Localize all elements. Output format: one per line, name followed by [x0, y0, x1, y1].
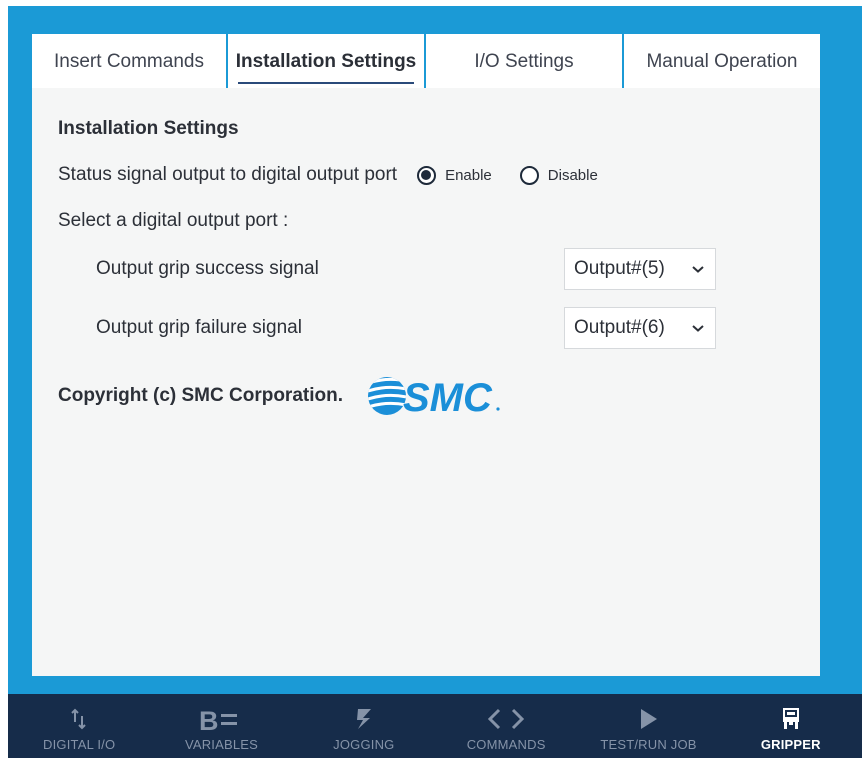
nav-label: DIGITAL I/O: [43, 737, 116, 752]
active-tab-underline: [238, 82, 414, 84]
radio-enable[interactable]: Enable: [417, 165, 492, 185]
tab-label: I/O Settings: [474, 51, 574, 72]
chevron-down-icon: [692, 266, 704, 273]
grip-failure-select[interactable]: Output#(6): [564, 307, 716, 349]
play-icon: [638, 705, 658, 733]
nav-gripper[interactable]: GRIPPER: [720, 694, 862, 758]
copyright-row: Copyright (c) SMC Corporation. SMC: [58, 372, 501, 420]
select-port-label: Select a digital output port :: [58, 210, 289, 231]
copyright-text: Copyright (c) SMC Corporation.: [58, 385, 343, 406]
settings-panel: Installation Settings Status signal outp…: [32, 88, 820, 676]
nav-label: JOGGING: [333, 737, 395, 752]
tab-label: Installation Settings: [235, 51, 417, 72]
nav-label: GRIPPER: [760, 737, 821, 752]
radio-disable-label: Disable: [547, 166, 598, 184]
tab-io-settings[interactable]: I/O Settings: [426, 34, 624, 90]
jogging-icon: [354, 705, 374, 733]
section-title: Installation Settings: [58, 118, 239, 139]
tab-label: Insert Commands: [54, 51, 204, 72]
svg-text:B: B: [199, 706, 219, 732]
tab-installation-settings[interactable]: Installation Settings: [228, 34, 426, 90]
grip-success-row: Output grip success signal Output#(5): [96, 248, 716, 290]
status-signal-label: Status signal output to digital output p…: [58, 164, 398, 185]
status-signal-row: Status signal output to digital output p…: [58, 162, 626, 188]
grip-failure-value: Output#(6): [574, 317, 665, 338]
nav-digital-io[interactable]: DIGITAL I/O: [8, 694, 150, 758]
gripper-icon: [781, 705, 801, 733]
radio-checked-icon: [417, 165, 437, 185]
svg-text:SMC: SMC: [403, 376, 493, 419]
tab-label: Manual Operation: [646, 51, 798, 72]
tab-bar: Insert Commands Installation Settings I/…: [32, 34, 820, 90]
tab-insert-commands[interactable]: Insert Commands: [32, 34, 228, 90]
radio-unchecked-icon: [519, 165, 539, 185]
nav-jogging[interactable]: JOGGING: [293, 694, 435, 758]
grip-success-label: Output grip success signal: [96, 258, 319, 279]
smc-logo-icon: SMC: [367, 376, 500, 419]
smc-logo: SMC: [365, 373, 501, 419]
variables-icon: B: [199, 705, 243, 733]
nav-variables[interactable]: B VARIABLES: [150, 694, 292, 758]
nav-label: TEST/RUN JOB: [600, 737, 697, 752]
grip-success-select[interactable]: Output#(5): [564, 248, 716, 290]
status-radio-group: Enable Disable: [417, 165, 626, 185]
radio-disable[interactable]: Disable: [519, 165, 598, 185]
commands-icon: [487, 705, 525, 733]
tab-manual-operation[interactable]: Manual Operation: [624, 34, 820, 90]
nav-test-run-job[interactable]: TEST/RUN JOB: [577, 694, 719, 758]
grip-failure-row: Output grip failure signal Output#(6): [96, 307, 716, 349]
grip-success-value: Output#(5): [574, 258, 665, 279]
digital-io-icon: [69, 705, 89, 733]
grip-failure-label: Output grip failure signal: [96, 317, 302, 338]
nav-commands[interactable]: COMMANDS: [435, 694, 577, 758]
radio-enable-label: Enable: [445, 166, 492, 184]
chevron-down-icon: [692, 325, 704, 332]
nav-label: COMMANDS: [466, 737, 546, 752]
bottom-nav-bar: DIGITAL I/O B VARIABLES JOGGING COMMANDS: [8, 694, 862, 758]
nav-label: VARIABLES: [184, 737, 259, 752]
